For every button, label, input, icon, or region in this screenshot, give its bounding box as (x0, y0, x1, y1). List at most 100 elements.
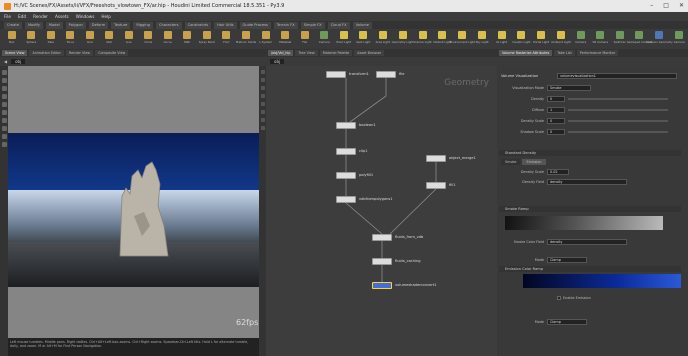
grid-icon[interactable] (260, 118, 265, 122)
vptabs-tab-1[interactable]: Animation Editor (29, 50, 64, 56)
shelf-tab-7[interactable]: Characters (155, 21, 182, 29)
param-slider[interactable] (568, 108, 668, 111)
param-slider[interactable] (568, 119, 668, 122)
shelf-tab-12[interactable]: Simple FX (300, 21, 325, 29)
minimize-icon[interactable]: – (650, 2, 653, 9)
ramp2-header[interactable]: Emission Color Ramp (499, 266, 681, 272)
shading-icon[interactable] (260, 78, 265, 82)
shelf-tool-6[interactable]: Line (120, 29, 138, 44)
3d-viewport[interactable] (8, 66, 259, 354)
shelf-tab-6[interactable]: Rigging (133, 21, 153, 29)
vptabs-tab-0[interactable]: Scene View (2, 50, 28, 56)
menu-item-0[interactable]: File (4, 14, 11, 19)
emission-checkbox-row[interactable]: Enable Emission (557, 294, 591, 301)
shelf-tool-29[interactable]: Camera (572, 29, 590, 44)
snap-tool-icon[interactable] (1, 134, 7, 139)
param-field[interactable]: 1 (547, 106, 565, 113)
shelf-tab-4[interactable]: Deform (88, 21, 109, 29)
shelf-tool-34[interactable]: Camera (670, 29, 688, 44)
shelf-tool-25[interactable]: GI Light (493, 29, 511, 44)
shelf-tab-0[interactable]: Create (4, 21, 22, 29)
shelf-tool-26[interactable]: Caustic Light (512, 29, 531, 44)
shelf-tool-14[interactable]: Metaball (277, 29, 295, 44)
wireframe-icon[interactable] (260, 86, 265, 90)
shelf-tool-21[interactable]: Volume Light (413, 29, 432, 44)
menu-item-3[interactable]: Assets (55, 14, 69, 19)
display-icon[interactable] (260, 70, 265, 74)
network-node[interactable] (336, 172, 356, 179)
xray-icon[interactable] (260, 126, 265, 130)
shelf-tool-8[interactable]: Curve (159, 29, 177, 44)
parmtabs-tab-2[interactable]: Performance Monitor (576, 50, 619, 56)
shelf-tab-1[interactable]: Modify (24, 21, 43, 29)
shelf-tool-0[interactable]: Box (3, 29, 21, 44)
shelf-tab-5[interactable]: Texture (111, 21, 131, 29)
param-subtab-0[interactable]: Smoke (501, 158, 521, 165)
node-network-editor[interactable]: Geometry transform1 file boolean1 clip1 poly… (266, 66, 497, 356)
nettabs-tab-2[interactable]: Material Palette (319, 50, 353, 56)
density-field[interactable]: 0.02 (547, 168, 569, 175)
menu-item-1[interactable]: Edit (18, 14, 26, 19)
shelf-tab-10[interactable]: Guide Process (239, 21, 271, 29)
shelf-tab-11[interactable]: Terrain FX (273, 21, 298, 29)
vptabs-tab-2[interactable]: Render View (65, 50, 94, 56)
shelf-tool-27[interactable]: Portal Light (532, 29, 550, 44)
close-icon[interactable]: ✕ (679, 2, 684, 9)
param-field[interactable]: 0 (547, 95, 565, 102)
shelf-tool-33[interactable]: Collision Geometry (646, 29, 673, 44)
shelf-tool-18[interactable]: Spot Light (355, 29, 373, 44)
shelf-tool-12[interactable]: Platonic Solids (236, 29, 256, 44)
emission-checkbox[interactable] (557, 295, 561, 300)
shelf-tool-5[interactable]: Null (101, 29, 119, 44)
shelf-tool-16[interactable]: Camera (316, 29, 334, 44)
shelf-tab-13[interactable]: Cloud FX (327, 21, 350, 29)
vptabs-tab-3[interactable]: Composite View (95, 50, 129, 56)
shelf-tool-9[interactable]: Path (179, 29, 197, 44)
shelf-tool-3[interactable]: Torus (62, 29, 80, 44)
param-field[interactable]: 0 (547, 128, 565, 135)
maximize-icon[interactable]: □ (663, 2, 669, 9)
pose-tool-icon[interactable] (1, 110, 7, 115)
param-field[interactable]: 0 (547, 117, 565, 124)
node-name-field[interactable]: volumevisualization1 (557, 72, 677, 79)
ramp1-mode[interactable]: Clamp (547, 256, 587, 263)
shelf-tool-4[interactable]: Grid (81, 29, 99, 44)
emission-ramp[interactable] (523, 274, 681, 288)
param-slider[interactable] (568, 130, 668, 133)
scale-tool-icon[interactable] (1, 94, 7, 99)
bg-icon[interactable] (260, 102, 265, 106)
shelf-tool-28[interactable]: Ambient Light (551, 29, 571, 44)
camera-tool-icon[interactable] (1, 142, 7, 147)
parmtabs-tab-1[interactable]: Take List (554, 50, 575, 56)
lights-icon[interactable] (260, 94, 265, 98)
network-node[interactable] (372, 258, 392, 265)
menu-item-4[interactable]: Windows (76, 14, 95, 19)
network-node[interactable] (336, 196, 356, 203)
shelf-tool-19[interactable]: Area Light (374, 29, 392, 44)
param-subtab-1[interactable]: Emission (522, 158, 546, 165)
nettabs-tab-1[interactable]: Tree View (295, 50, 318, 56)
shelf-tool-1[interactable]: Sphere (23, 29, 41, 44)
shelf-tool-13[interactable]: L-System (257, 29, 275, 44)
home-icon[interactable]: ◀ (4, 59, 7, 64)
network-node[interactable] (372, 234, 392, 241)
shelf-tool-2[interactable]: Tube (42, 29, 60, 44)
shelf-tab-9[interactable]: Hair Utils (214, 21, 237, 29)
shelf-tab-2[interactable]: Model (45, 21, 63, 29)
network-node[interactable] (372, 282, 392, 289)
paint-tool-icon[interactable] (1, 118, 7, 123)
shelf-tool-7[interactable]: Circle (140, 29, 158, 44)
rotate-tool-icon[interactable] (1, 86, 7, 91)
network-node[interactable] (336, 122, 356, 129)
shelf-tab-14[interactable]: Volume (352, 21, 372, 29)
select-tool-icon[interactable] (1, 70, 7, 75)
network-node[interactable] (326, 71, 346, 78)
param-slider[interactable] (568, 97, 668, 100)
shelf-tab-8[interactable]: Constraints (184, 21, 212, 29)
network-node[interactable] (336, 148, 356, 155)
section-header[interactable]: Standard Density (499, 150, 681, 156)
nettabs-tab-3[interactable]: Asset Browser (354, 50, 385, 56)
shelf-tool-15[interactable]: File (296, 29, 314, 44)
move-tool-icon[interactable] (1, 78, 7, 83)
shelf-tab-3[interactable]: Polygon (65, 21, 86, 29)
